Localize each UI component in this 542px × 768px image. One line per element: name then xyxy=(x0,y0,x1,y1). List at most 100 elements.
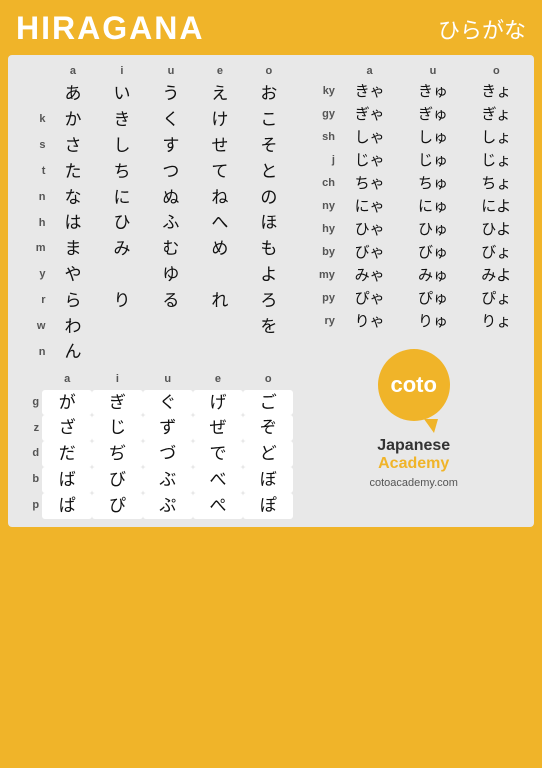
dakuten-header-cell: a xyxy=(42,371,92,389)
dakuten-kana-cell: ぺ xyxy=(193,493,243,519)
dakuten-row-label: g xyxy=(14,390,42,416)
main-table-body: あいうえおkかきくけこsさしすせそtたちつてとnなにぬねのhはひふへほmまみむめ… xyxy=(14,81,293,365)
right-row-label: ch xyxy=(299,172,338,195)
kana-cell: し xyxy=(97,133,146,159)
right-kana-cell: びゃ xyxy=(338,241,401,264)
kana-cell xyxy=(195,262,244,288)
right-header-o: o xyxy=(465,63,528,80)
kana-cell: て xyxy=(195,159,244,185)
right-row-label: by xyxy=(299,241,338,264)
right-kana-cell: きゅ xyxy=(401,80,464,103)
right-kana-cell: しゃ xyxy=(338,126,401,149)
kana-cell xyxy=(244,339,293,365)
right-kana-cell: きょ xyxy=(465,80,528,103)
dakuten-kana-cell: が xyxy=(42,390,92,416)
table-row: yやゆよ xyxy=(14,262,293,288)
right-section: a u o kyきゃきゅきょgyぎゃぎゅぎょshしゃしゅしょjじゃじゅじょchち… xyxy=(299,63,528,519)
kana-cell: す xyxy=(146,133,195,159)
coto-logo-text: coto xyxy=(390,372,436,398)
right-kana-cell: ぎゃ xyxy=(338,103,401,126)
right-kana-cell: みゃ xyxy=(338,264,401,287)
kana-cell: ひ xyxy=(97,210,146,236)
dakuten-row: pぱぴぷぺぽ xyxy=(14,493,293,519)
row-label: w xyxy=(14,314,48,340)
right-kana-cell: びゅ xyxy=(401,241,464,264)
right-row-label: hy xyxy=(299,218,338,241)
dakuten-kana-cell: ぼ xyxy=(243,467,293,493)
right-row-label: gy xyxy=(299,103,338,126)
kana-cell: わ xyxy=(48,314,97,340)
dakuten-kana-cell: ぎ xyxy=(92,390,142,416)
kana-cell: に xyxy=(97,185,146,211)
kana-cell: の xyxy=(244,185,293,211)
header: HIRAGANA ひらがな xyxy=(0,0,542,55)
japanese-label: Japanese xyxy=(377,437,450,455)
right-header-u: u xyxy=(401,63,464,80)
table-row: あいうえお xyxy=(14,81,293,107)
dakuten-kana-cell: ど xyxy=(243,441,293,467)
academy-text: Japanese Academy xyxy=(377,437,450,473)
kana-cell: も xyxy=(244,236,293,262)
academy-label: Academy xyxy=(377,455,450,473)
coto-bubble: coto xyxy=(378,349,450,421)
row-label: n xyxy=(14,339,48,365)
dakuten-header-cell: u xyxy=(143,371,193,389)
header-u: u xyxy=(146,63,195,81)
header-empty xyxy=(14,63,48,81)
right-row-label: ny xyxy=(299,195,338,218)
dakuten-row: bばびぶべぼ xyxy=(14,467,293,493)
kana-cell xyxy=(195,339,244,365)
right-row-label: j xyxy=(299,149,338,172)
dakuten-kana-cell: ぜ xyxy=(193,415,243,441)
dakuten-kana-cell: ず xyxy=(143,415,193,441)
right-table-row: chちゃちゅちょ xyxy=(299,172,528,195)
kana-cell xyxy=(97,262,146,288)
kana-cell: け xyxy=(195,107,244,133)
right-kana-cell: じゅ xyxy=(401,149,464,172)
kana-cell: と xyxy=(244,159,293,185)
kana-cell: え xyxy=(195,81,244,107)
kana-cell: た xyxy=(48,159,97,185)
logo-section: coto Japanese Academy cotoacademy.com xyxy=(299,345,528,493)
kana-cell: み xyxy=(97,236,146,262)
right-table-row: jじゃじゅじょ xyxy=(299,149,528,172)
dakuten-kana-cell: じ xyxy=(92,415,142,441)
right-kana-cell: ぎゅ xyxy=(401,103,464,126)
right-kana-cell: ひゅ xyxy=(401,218,464,241)
right-kana-cell: によ xyxy=(465,195,528,218)
kana-cell: よ xyxy=(244,262,293,288)
right-table-row: nyにゃにゅによ xyxy=(299,195,528,218)
dakuten-kana-cell: ぞ xyxy=(243,415,293,441)
kana-cell: へ xyxy=(195,210,244,236)
kana-cell: ほ xyxy=(244,210,293,236)
kana-cell: ゆ xyxy=(146,262,195,288)
main-hiragana-table: a i u e o あいうえおkかきくけこsさしすせそtたちつてとnなにぬねのh… xyxy=(14,63,293,365)
dakuten-table-body: aiueogがぎぐげごzざじずぜぞdだぢづでどbばびぶべぼpぱぴぷぺぽ xyxy=(14,371,293,518)
right-row-label: my xyxy=(299,264,338,287)
dakuten-header-cell: o xyxy=(243,371,293,389)
japanese-title: ひらがな xyxy=(438,13,526,45)
kana-cell: む xyxy=(146,236,195,262)
table-row: tたちつてと xyxy=(14,159,293,185)
table-row: sさしすせそ xyxy=(14,133,293,159)
row-label: r xyxy=(14,288,48,314)
dakuten-kana-cell: ぴ xyxy=(92,493,142,519)
kana-cell xyxy=(97,314,146,340)
header-a: a xyxy=(48,63,97,81)
right-table-row: byびゃびゅびょ xyxy=(299,241,528,264)
right-row-label: sh xyxy=(299,126,338,149)
row-label: n xyxy=(14,185,48,211)
kana-cell: つ xyxy=(146,159,195,185)
right-kana-cell: びょ xyxy=(465,241,528,264)
dakuten-kana-cell: ぶ xyxy=(143,467,193,493)
kana-cell: は xyxy=(48,210,97,236)
header-o: o xyxy=(244,63,293,81)
dakuten-section: aiueogがぎぐげごzざじずぜぞdだぢづでどbばびぶべぼpぱぴぷぺぽ xyxy=(14,371,293,518)
kana-cell: お xyxy=(244,81,293,107)
dakuten-kana-cell: ぱ xyxy=(42,493,92,519)
dakuten-kana-cell: だ xyxy=(42,441,92,467)
table-row: nなにぬねの xyxy=(14,185,293,211)
right-kana-cell: りゅ xyxy=(401,310,464,333)
right-table-body: kyきゃきゅきょgyぎゃぎゅぎょshしゃしゅしょjじゃじゅじょchちゃちゅちょn… xyxy=(299,80,528,333)
right-kana-cell: ちゅ xyxy=(401,172,464,195)
